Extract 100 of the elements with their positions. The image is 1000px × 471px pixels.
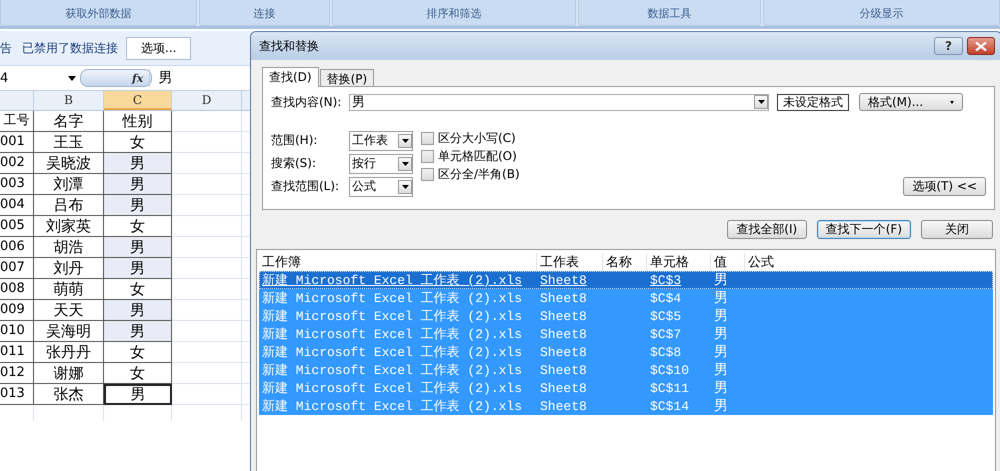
- dropdown[interactable]: 按行: [349, 154, 413, 174]
- dropdown[interactable]: 工作表: [349, 130, 413, 150]
- checkbox-label: 区分全/半角(B): [438, 166, 520, 182]
- table-cell[interactable]: 男: [104, 153, 172, 174]
- ribbon-group-label: 获取外部数据: [0, 0, 197, 26]
- checkbox[interactable]: [421, 150, 434, 162]
- message-text: 已禁用了数据连接: [22, 40, 118, 56]
- checkbox-label: 区分大小写(C): [438, 130, 516, 146]
- table-cell: 005: [0, 216, 34, 237]
- caret-icon: [402, 162, 408, 166]
- ribbon-group-label: 分级显示: [763, 0, 1000, 26]
- table-cell: 王玉: [34, 132, 104, 153]
- checkbox[interactable]: [421, 132, 434, 144]
- help-button[interactable]: ?: [934, 37, 963, 55]
- table-cell[interactable]: 女: [104, 342, 172, 363]
- ribbon-group-label: 连接: [198, 0, 330, 26]
- table-cell: 001: [0, 132, 34, 153]
- table-cell[interactable]: 男: [104, 300, 172, 321]
- formula-bar-divider-handle[interactable]: [80, 69, 152, 87]
- cell-reference: $C$4: [649, 290, 682, 306]
- table-cell[interactable]: 男: [104, 384, 172, 405]
- table-cell: 013: [0, 384, 34, 405]
- ribbon-group-label: 排序和筛选: [332, 0, 576, 26]
- option-label: 范围(H):: [271, 132, 318, 149]
- table-cell[interactable]: 女: [104, 363, 172, 384]
- workbook-cell-text: 新建 Microsoft Excel 工作表 (2).xls: [261, 290, 524, 307]
- value-cell-text: 男: [713, 307, 729, 325]
- table-cell[interactable]: 男: [104, 258, 172, 279]
- dialog-button[interactable]: 查找全部(I): [726, 220, 807, 239]
- column-header[interactable]: C: [104, 91, 172, 110]
- value-cell-text: 男: [713, 397, 729, 415]
- table-cell: 012: [0, 363, 34, 384]
- option-label: 查找范围(L):: [271, 178, 340, 195]
- options-toggle-button[interactable]: 选项(T) <<: [903, 177, 986, 196]
- cell-reference: $C$11: [649, 380, 690, 396]
- caret-icon: [402, 138, 408, 142]
- table-cell: 004: [0, 195, 34, 216]
- cell-reference: $C$10: [649, 362, 690, 378]
- table-cell[interactable]: 男: [104, 195, 172, 216]
- name-box[interactable]: 4: [0, 70, 80, 86]
- cell-reference: $C$3: [649, 272, 682, 288]
- sheet-cell-text: Sheet8: [539, 308, 588, 324]
- value-cell-text: 男: [713, 289, 729, 307]
- workbook-cell-text: 新建 Microsoft Excel 工作表 (2).xls: [261, 326, 524, 343]
- table-cell[interactable]: 男: [104, 174, 172, 195]
- table-cell: 009: [0, 300, 34, 321]
- checkbox[interactable]: [421, 168, 434, 180]
- cell-reference: $C$7: [649, 326, 682, 342]
- column-header[interactable]: 公式: [745, 252, 805, 270]
- workbook-cell-text: 新建 Microsoft Excel 工作表 (2).xls: [261, 272, 524, 289]
- message-text: 告: [0, 40, 12, 56]
- table-cell: 工号: [0, 111, 34, 132]
- sheet-cell-text: Sheet8: [539, 344, 588, 360]
- close-button[interactable]: [967, 37, 995, 55]
- function-button[interactable]: fx: [132, 72, 144, 84]
- cell-reference: $C$8: [649, 344, 682, 360]
- value-cell-text: 男: [713, 379, 729, 397]
- caret-icon: [68, 76, 76, 80]
- close-icon: [975, 42, 987, 50]
- tab[interactable]: 替换(P): [320, 69, 374, 86]
- workbook-cell-text: 新建 Microsoft Excel 工作表 (2).xls: [261, 398, 524, 415]
- dialog-button[interactable]: 关闭: [921, 220, 993, 239]
- find-combo-field[interactable]: 男: [349, 94, 769, 110]
- format-preview: 未设定格式: [777, 94, 849, 110]
- table-cell: 011: [0, 342, 34, 363]
- workbook-cell-text: 新建 Microsoft Excel 工作表 (2).xls: [261, 308, 524, 325]
- caret-icon: [402, 184, 408, 188]
- table-cell: 性别: [104, 111, 172, 132]
- result-row[interactable]: 新建 Microsoft Excel 工作表 (2).xls Sheet8 $C$3 男: [259, 271, 993, 289]
- sheet-cell-text: Sheet8: [539, 272, 588, 288]
- sheet-cell-text: Sheet8: [539, 398, 588, 414]
- table-cell: 006: [0, 237, 34, 258]
- table-cell[interactable]: 男: [104, 237, 172, 258]
- table-cell: 萌萌: [34, 279, 104, 300]
- option-label: 搜索(S):: [271, 155, 318, 172]
- workbook-cell-text: 新建 Microsoft Excel 工作表 (2).xls: [261, 362, 524, 379]
- table-cell: 张丹丹: [34, 342, 104, 363]
- caret-icon: [758, 100, 764, 104]
- table-cell: 008: [0, 279, 34, 300]
- cell-reference: $C$5: [649, 308, 682, 324]
- table-cell: 刘家英: [34, 216, 104, 237]
- table-cell: 007: [0, 258, 34, 279]
- dropdown[interactable]: 公式: [349, 176, 413, 196]
- table-cell[interactable]: 男: [104, 321, 172, 342]
- column-header[interactable]: D: [172, 91, 242, 110]
- window-title: 查找和替换: [259, 38, 320, 54]
- format-button[interactable]: 格式(M)...: [859, 93, 963, 111]
- value-cell-text: 男: [713, 271, 729, 289]
- dialog-button[interactable]: 查找下一个(F): [816, 220, 911, 239]
- find-label: 查找内容(N):: [271, 94, 342, 110]
- table-cell: 张杰: [34, 384, 104, 405]
- ribbon-group-label: 数据工具: [578, 0, 762, 26]
- caret-icon: [950, 100, 954, 104]
- options-button[interactable]: 选项...: [126, 36, 192, 60]
- checkbox-label: 单元格匹配(O): [438, 148, 517, 164]
- value-cell-text: 男: [713, 343, 729, 361]
- tab[interactable]: 查找(D): [262, 67, 319, 87]
- sheet-cell-text: Sheet8: [539, 380, 588, 396]
- value-cell-text: 男: [713, 361, 729, 379]
- cell-reference: $C$14: [649, 398, 690, 414]
